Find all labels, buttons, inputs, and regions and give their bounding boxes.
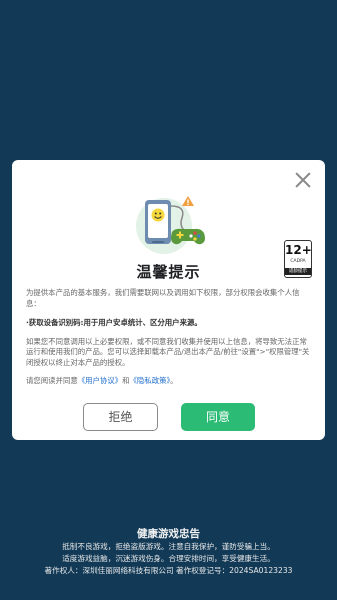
agreement-prompt-and: 和 <box>122 376 130 385</box>
permission-refusal-text: 如果您不同意调用以上必要权限，或不同意我们收集并使用以上信息，将导致无法正常运行… <box>26 336 310 367</box>
user-agreement-link[interactable]: 《用户协议》 <box>78 376 122 385</box>
copyright-line: 著作权人：深圳佳丽网络科技有限公司 著作权登记号：2024SA0123233 <box>44 566 293 575</box>
privacy-dialog: 温馨提示 12+ CADPA 适龄提示 为提供本产品的基本服务，我们需要联网以及… <box>12 160 325 440</box>
agreement-prompt-prefix: 请您阅读并同意 <box>26 376 78 385</box>
age-rating-number: 12+ <box>285 243 312 257</box>
dialog-content: 为提供本产品的基本服务，我们需要联网以及调用如下权限，部分权限会收集个人信息： … <box>26 288 311 387</box>
health-notice-line-2: 适度游戏益脑，沉迷游戏伤身。合理安排时间，享受健康生活。 <box>62 554 275 563</box>
health-notice-title: 健康游戏忠告 <box>137 528 200 540</box>
permission-intro-text: 为提供本产品的基本服务，我们需要联网以及调用如下权限，部分权限会收集个人信息： <box>26 288 300 308</box>
phone-game-illustration-icon <box>136 196 205 254</box>
device-id-permission-text: ·获取设备识别码:用于用户安卓统计、区分用户来源。 <box>26 318 202 327</box>
agreement-prompt: 请您阅读并同意《用户协议》和《隐私政策》。 <box>26 376 311 387</box>
health-game-notice: 健康游戏忠告 抵制不良游戏，拒绝盗版游戏。注意自我保护，谨防受骗上当。 适度游戏… <box>0 526 337 577</box>
age-rating-sub-label: 适龄提示 <box>285 268 311 275</box>
health-notice-line-1: 抵制不良游戏，拒绝盗版游戏。注意自我保护，谨防受骗上当。 <box>62 542 275 551</box>
privacy-policy-link[interactable]: 《隐私政策》 <box>130 376 171 385</box>
refuse-button[interactable]: 拒绝 <box>83 403 158 431</box>
agreement-prompt-suffix: 。 <box>170 376 178 385</box>
age-rating-badge: 12+ CADPA 适龄提示 <box>284 240 312 278</box>
agree-button[interactable]: 同意 <box>181 403 255 431</box>
age-rating-label: CADPA <box>290 259 306 264</box>
close-icon[interactable] <box>293 170 313 190</box>
dialog-title: 温馨提示 <box>136 263 201 281</box>
